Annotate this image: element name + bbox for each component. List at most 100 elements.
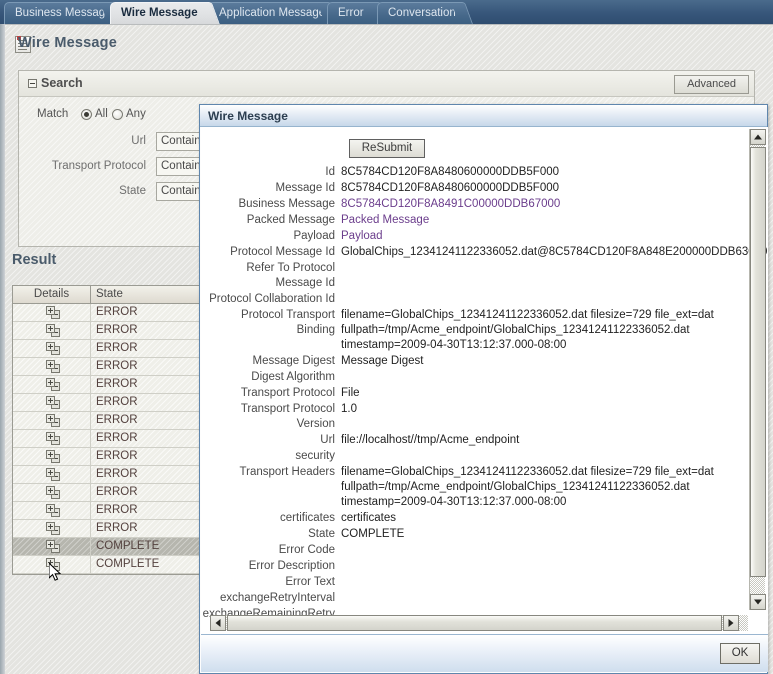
cell-state: ERROR [96, 486, 138, 498]
field-label: Protocol Message Id [230, 246, 335, 258]
field-label: Error Code [278, 544, 335, 556]
expand-icon[interactable] [46, 360, 55, 369]
field-row: Business Message 8C5784CD120F8A8491C00000… [201, 197, 746, 212]
field-value [341, 543, 746, 558]
match-radio-any[interactable] [112, 109, 123, 120]
chevron-left-icon [215, 619, 221, 627]
field-row: Transport Protocol File [201, 386, 746, 401]
field-label: Protocol Collaboration Id [209, 293, 335, 305]
advanced-button[interactable]: Advanced [674, 75, 749, 94]
tab-label: Conversation [388, 7, 456, 19]
tab-business-message[interactable]: Business Message [4, 2, 123, 24]
table-row[interactable]: ERROR [13, 358, 201, 376]
field-label: Message Digest [252, 355, 335, 367]
expand-icon[interactable] [46, 450, 55, 459]
cell-details[interactable] [13, 304, 91, 321]
collapse-toggle-icon[interactable] [28, 79, 37, 88]
scroll-down-button[interactable] [750, 594, 766, 610]
field-value-link[interactable]: Payload [341, 229, 746, 244]
field-value [341, 559, 746, 574]
expand-icon[interactable] [46, 414, 55, 423]
cell-details[interactable] [13, 322, 91, 339]
dialog-vertical-scrollbar[interactable] [749, 129, 766, 610]
expand-icon[interactable] [46, 540, 55, 549]
cell-state: ERROR [96, 324, 138, 336]
field-label: Error Text [285, 576, 335, 588]
field-value [341, 449, 746, 464]
table-row[interactable]: ERROR [13, 412, 201, 430]
table-row[interactable]: ERROR [13, 520, 201, 538]
cell-details[interactable] [13, 412, 91, 429]
cell-state: ERROR [96, 414, 138, 426]
cell-details[interactable] [13, 394, 91, 411]
tab-label: Application Message [219, 7, 326, 19]
table-row[interactable]: ERROR [13, 322, 201, 340]
tab-application-message[interactable]: Application Message [208, 2, 340, 24]
dialog-title: Wire Message [208, 109, 288, 123]
field-value-link[interactable]: 8C5784CD120F8A8491C00000DDB67000 [341, 197, 746, 212]
tab-wire-message[interactable]: Wire Message [110, 2, 221, 24]
expand-icon[interactable] [46, 504, 55, 513]
expand-icon[interactable] [46, 396, 55, 405]
cell-details[interactable] [13, 376, 91, 393]
field-row: security [201, 449, 746, 464]
field-value-link[interactable]: Packed Message [341, 213, 746, 228]
expand-icon[interactable] [46, 432, 55, 441]
field-value: filename=GlobalChips_12341241122336052.d… [341, 466, 714, 508]
ok-button[interactable]: OK [720, 643, 760, 664]
table-row[interactable]: ERROR [13, 484, 201, 502]
horizontal-scroll-thumb[interactable] [227, 615, 722, 631]
cell-details[interactable] [13, 466, 91, 483]
wire-message-dialog: Wire Message ReSubmit Id 8C5784CD120F8A84… [199, 104, 768, 674]
expand-icon[interactable] [46, 522, 55, 531]
expand-icon[interactable] [46, 324, 55, 333]
field-label: Url [320, 434, 335, 446]
field-row: Message Digest Message Digest [201, 354, 746, 369]
expand-icon[interactable] [46, 378, 55, 387]
result-table-body: ERROR ERROR ERROR ERROR ERROR ERROR ERROR ERROR… [13, 304, 201, 574]
tab-error[interactable]: Error [327, 2, 390, 24]
expand-icon[interactable] [46, 306, 55, 315]
cell-details[interactable] [13, 358, 91, 375]
match-label: Match [37, 108, 69, 120]
table-row[interactable]: ERROR [13, 376, 201, 394]
cell-details[interactable] [13, 448, 91, 465]
table-row[interactable]: COMPLETE [13, 538, 201, 556]
table-row[interactable]: COMPLETE [13, 556, 201, 574]
search-panel-header: Search Advanced [19, 71, 754, 97]
expand-icon[interactable] [46, 342, 55, 351]
cell-details[interactable] [13, 340, 91, 357]
table-row[interactable]: ERROR [13, 466, 201, 484]
field-label: Transport Headers [239, 466, 335, 478]
dialog-horizontal-scrollbar[interactable] [210, 615, 748, 631]
chevron-up-icon [754, 134, 762, 140]
cell-state: ERROR [96, 522, 138, 534]
cell-details[interactable] [13, 538, 91, 555]
cell-details[interactable] [13, 484, 91, 501]
match-radio-all[interactable] [81, 109, 92, 120]
table-row[interactable]: ERROR [13, 502, 201, 520]
scroll-up-button[interactable] [750, 129, 766, 145]
scroll-left-button[interactable] [210, 615, 226, 631]
resubmit-button[interactable]: ReSubmit [349, 139, 425, 158]
column-header-details[interactable]: Details [13, 286, 91, 303]
table-row[interactable]: ERROR [13, 430, 201, 448]
vertical-scroll-thumb[interactable] [750, 147, 766, 577]
expand-icon[interactable] [46, 486, 55, 495]
scroll-right-button[interactable] [723, 615, 739, 631]
cell-details[interactable] [13, 502, 91, 519]
table-row[interactable]: ERROR [13, 448, 201, 466]
table-row[interactable]: ERROR [13, 340, 201, 358]
expand-icon[interactable] [46, 468, 55, 477]
field-row: certificates certificates [201, 511, 746, 526]
column-header-state[interactable]: State [91, 286, 201, 303]
table-row[interactable]: ERROR [13, 394, 201, 412]
table-row[interactable]: ERROR [13, 304, 201, 322]
field-label: exchangeRetryInterval [219, 592, 335, 604]
cell-details[interactable] [13, 430, 91, 447]
result-title: Result [12, 252, 57, 268]
field-label: Transport Protocol [51, 160, 146, 172]
field-label: Message Id [275, 182, 335, 194]
tab-conversation[interactable]: Conversation [377, 2, 474, 24]
cell-details[interactable] [13, 520, 91, 537]
